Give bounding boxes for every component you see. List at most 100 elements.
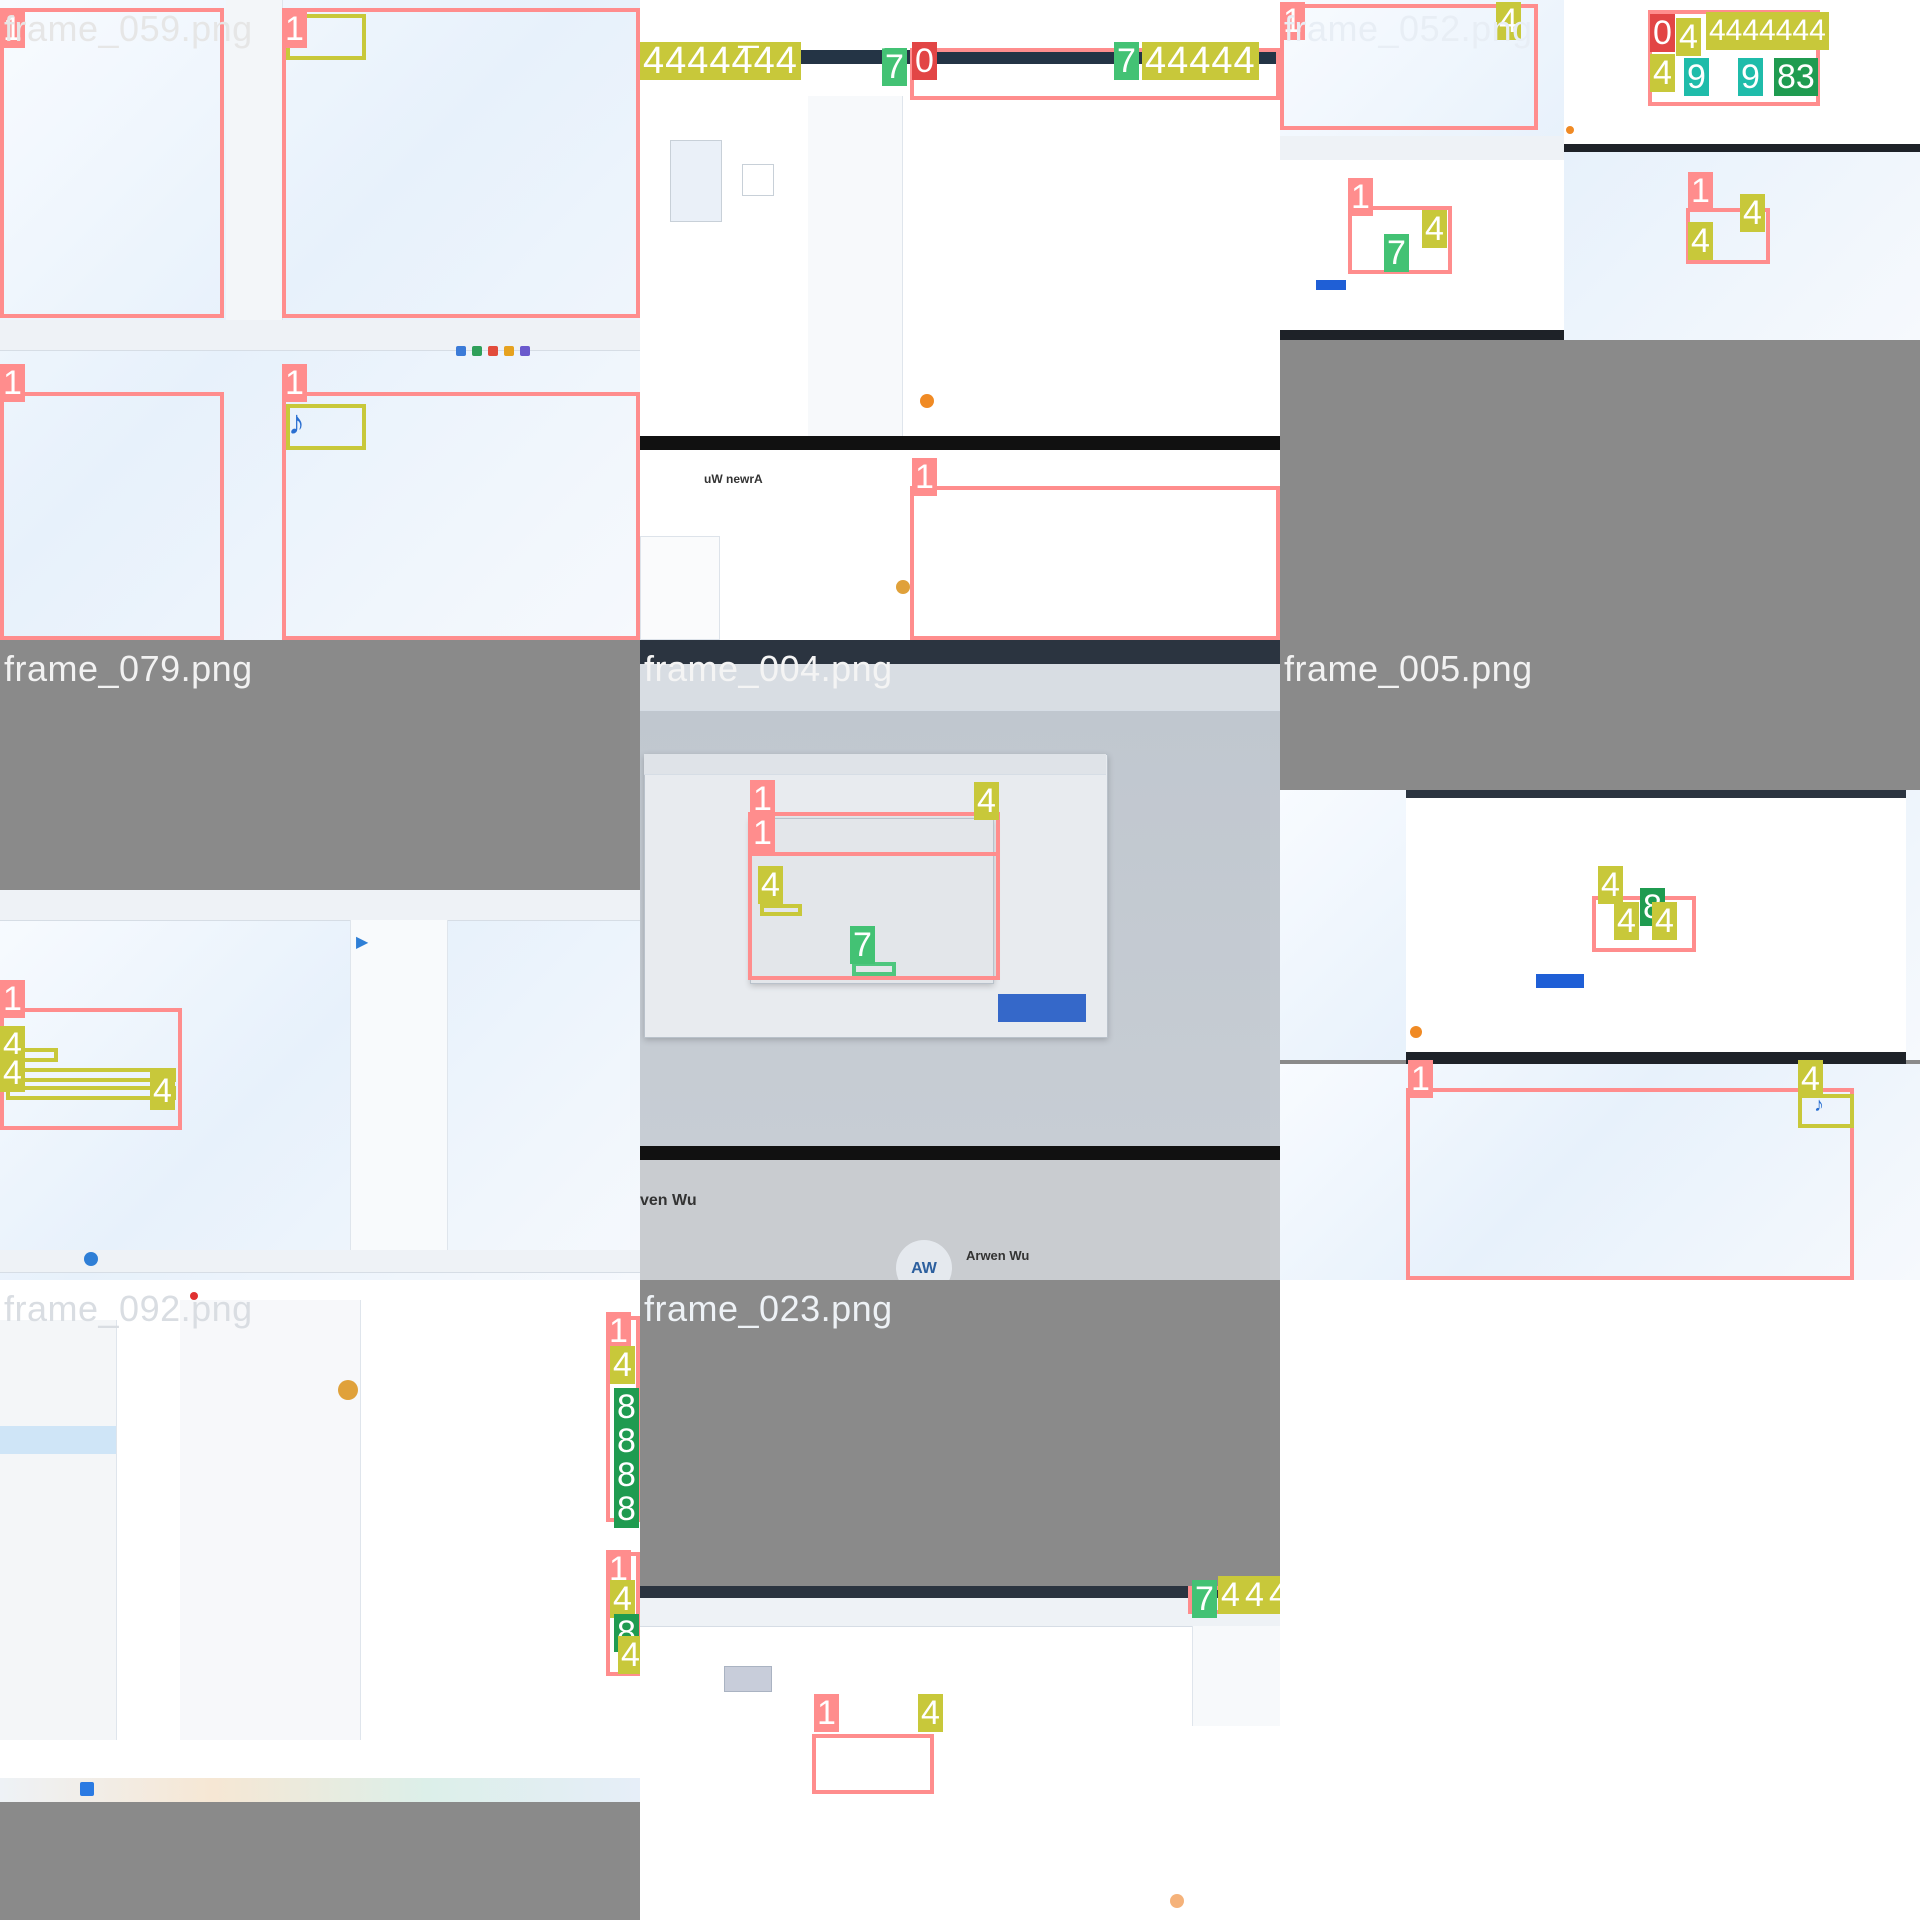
- taskbar: [1280, 330, 1564, 340]
- label-1: 1: [0, 980, 25, 1018]
- label-4: 4: [1266, 1576, 1280, 1614]
- label-8: 8: [614, 1490, 639, 1528]
- label-1: 1: [750, 780, 775, 818]
- tile-frame-052: 1 4 1 4 7 0 4 4444444 4 9 9 83 1 4 4 fra…: [1280, 0, 1920, 640]
- settings-sidebar: [0, 1320, 117, 1740]
- label-4: 4: [1242, 1576, 1267, 1614]
- orange-status-icon: [1566, 126, 1574, 134]
- blue-button[interactable]: [1316, 280, 1346, 290]
- document-thumbnail: [724, 1666, 772, 1692]
- taskbar-icons: [456, 346, 530, 356]
- screenshot: [640, 1586, 1280, 1920]
- label-4: 4: [1422, 210, 1447, 248]
- label-9: 9: [1684, 58, 1709, 96]
- label-7: 7: [1114, 42, 1139, 80]
- frame-caption: frame_004.png: [644, 648, 893, 689]
- toolbar: [0, 890, 640, 921]
- orange-status-icon: [1410, 1026, 1422, 1038]
- user-name: uW newrA: [704, 472, 763, 486]
- label-4: 4: [1740, 194, 1765, 232]
- label-1: 1: [1408, 1060, 1433, 1098]
- label-4: 4: [0, 1054, 25, 1092]
- document-thumbnail: [670, 140, 722, 222]
- tile-frame-018: uW newrA 0 4444444 7 7 44444 1 frame_018…: [640, 0, 1280, 640]
- label-4: 4: [610, 1346, 635, 1384]
- tile-frame-092: 1 4 8 8 8 8 1 4 8 4 frame_092.png: [0, 1280, 640, 1920]
- label-1: 1: [814, 1694, 839, 1732]
- taskbar: [0, 1778, 640, 1802]
- dialog-tabs: [644, 754, 1106, 775]
- label-1: 1: [282, 10, 307, 48]
- avatar-icon: [896, 580, 910, 594]
- empty-cell: [1280, 1280, 1920, 1920]
- label-4: 4: [1676, 18, 1701, 56]
- label-1: 1: [912, 458, 937, 496]
- label-4: 4: [618, 1636, 640, 1674]
- label-7: 7: [882, 48, 907, 86]
- label-0: 0: [912, 42, 937, 80]
- label-7: 7: [850, 926, 875, 964]
- label-0: 0: [1650, 14, 1675, 52]
- label-4: 4: [1598, 866, 1623, 904]
- chat-panel: [640, 536, 720, 640]
- label-8: 8: [614, 1456, 639, 1494]
- label-row-4: 44444: [1142, 42, 1259, 80]
- tile-frame-023: 1 4 7 4 4 4 frame_023.png: [640, 1280, 1280, 1920]
- right-panel: [1192, 1626, 1280, 1726]
- label-8: 8: [614, 1422, 639, 1460]
- highlight-box: [910, 486, 1280, 640]
- label-4: 4: [1798, 1060, 1823, 1098]
- label-4: 4: [918, 1694, 943, 1732]
- label-1: 1: [1688, 172, 1713, 210]
- label-row-4: 4444444: [1706, 12, 1829, 50]
- frame-caption: frame_052.png: [1284, 8, 1533, 49]
- label-4: 4: [1218, 1576, 1243, 1614]
- dark-taskbar: [640, 436, 1280, 450]
- highlight-box: [0, 392, 224, 640]
- profile-name: Arwen Wu: [966, 1248, 1030, 1263]
- frame-caption: frame_023.png: [644, 1288, 893, 1329]
- label-4: 4: [610, 1580, 635, 1618]
- blue-button[interactable]: [1536, 974, 1584, 988]
- avatar-icon: [338, 1380, 358, 1400]
- frame-caption: frame_092.png: [4, 1288, 253, 1329]
- ribbon: [640, 1598, 1280, 1627]
- right-panel: [350, 920, 448, 1260]
- side-panel: [808, 96, 903, 436]
- tile-frame-059: 1 1 1 1 ♪ frame_059.png: [0, 0, 640, 640]
- start-convert-button[interactable]: [998, 994, 1086, 1022]
- highlight-box: [760, 904, 802, 916]
- status-bar: [0, 320, 640, 351]
- add-file-thumbnail: [742, 164, 774, 196]
- top-bar: [1406, 790, 1906, 798]
- profile-area: [640, 1160, 1280, 1280]
- orange-status-icon: [920, 394, 934, 408]
- label-4: 4: [1614, 902, 1639, 940]
- user-name: ven Wu: [640, 1192, 697, 1209]
- selected-sidebar-item[interactable]: [0, 1426, 116, 1454]
- frame-caption: frame_005.png: [1284, 648, 1533, 689]
- label-4: 4: [1650, 54, 1675, 92]
- content-panel: [180, 1300, 361, 1740]
- frame-caption: frame_018.png: [644, 8, 893, 49]
- frame-contact-sheet: 1 1 1 1 ♪ frame_059.png uW newrA 0 44444…: [0, 0, 1920, 1920]
- play-button[interactable]: [84, 1252, 98, 1266]
- toolbar: [1280, 136, 1564, 161]
- label-9: 9: [1738, 58, 1763, 96]
- frame-caption: frame_079.png: [4, 648, 253, 689]
- frame-caption: frame_059.png: [4, 8, 253, 49]
- label-7: 7: [1192, 1580, 1217, 1618]
- start-button[interactable]: [80, 1782, 94, 1796]
- label-1: 1: [750, 814, 775, 852]
- orange-status-icon: [1170, 1894, 1184, 1908]
- label-1: 1: [282, 364, 307, 402]
- highlight-box: [852, 962, 896, 976]
- tile-frame-005: 4 8 4 4 1 4 ♪ frame_005.png: [1280, 640, 1920, 1280]
- label-4: 4: [758, 866, 783, 904]
- label-83: 83: [1774, 58, 1818, 96]
- highlight-box: [1798, 1094, 1854, 1128]
- label-7: 7: [1384, 234, 1409, 272]
- play-icon[interactable]: ▶: [356, 932, 368, 952]
- taskbar: [1564, 144, 1920, 152]
- label-1: 1: [0, 364, 25, 402]
